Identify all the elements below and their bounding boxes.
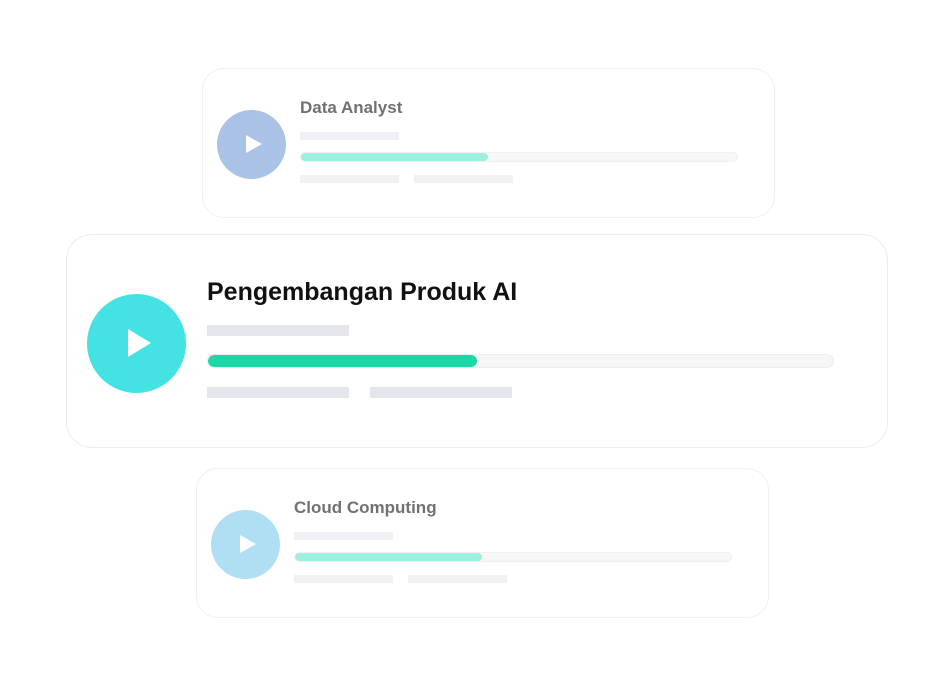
- course-card-pengembangan-produk-ai[interactable]: Pengembangan Produk AI: [66, 234, 888, 448]
- course-card-data-analyst[interactable]: Data Analyst: [202, 68, 775, 218]
- play-button[interactable]: [211, 510, 280, 579]
- play-icon: [246, 135, 262, 153]
- play-icon: [240, 535, 256, 553]
- text-placeholder: [370, 387, 512, 398]
- text-placeholder: [414, 175, 513, 183]
- course-title: Pengembangan Produk AI: [207, 278, 518, 306]
- progress-bar: [207, 354, 834, 368]
- progress-fill: [208, 355, 477, 367]
- progress-fill: [295, 553, 483, 561]
- text-placeholder: [294, 575, 393, 583]
- progress-bar: [294, 552, 732, 562]
- course-card-cloud-computing[interactable]: Cloud Computing: [196, 468, 769, 618]
- progress-fill: [301, 153, 489, 161]
- course-title: Cloud Computing: [294, 498, 437, 517]
- play-button[interactable]: [217, 110, 286, 179]
- text-placeholder: [207, 325, 349, 336]
- text-placeholder: [207, 387, 349, 398]
- play-icon: [128, 329, 151, 357]
- course-title: Data Analyst: [300, 98, 403, 117]
- text-placeholder: [300, 132, 399, 140]
- text-placeholder: [294, 532, 393, 540]
- text-placeholder: [408, 575, 507, 583]
- text-placeholder: [300, 175, 399, 183]
- play-button[interactable]: [87, 294, 186, 393]
- progress-bar: [300, 152, 738, 162]
